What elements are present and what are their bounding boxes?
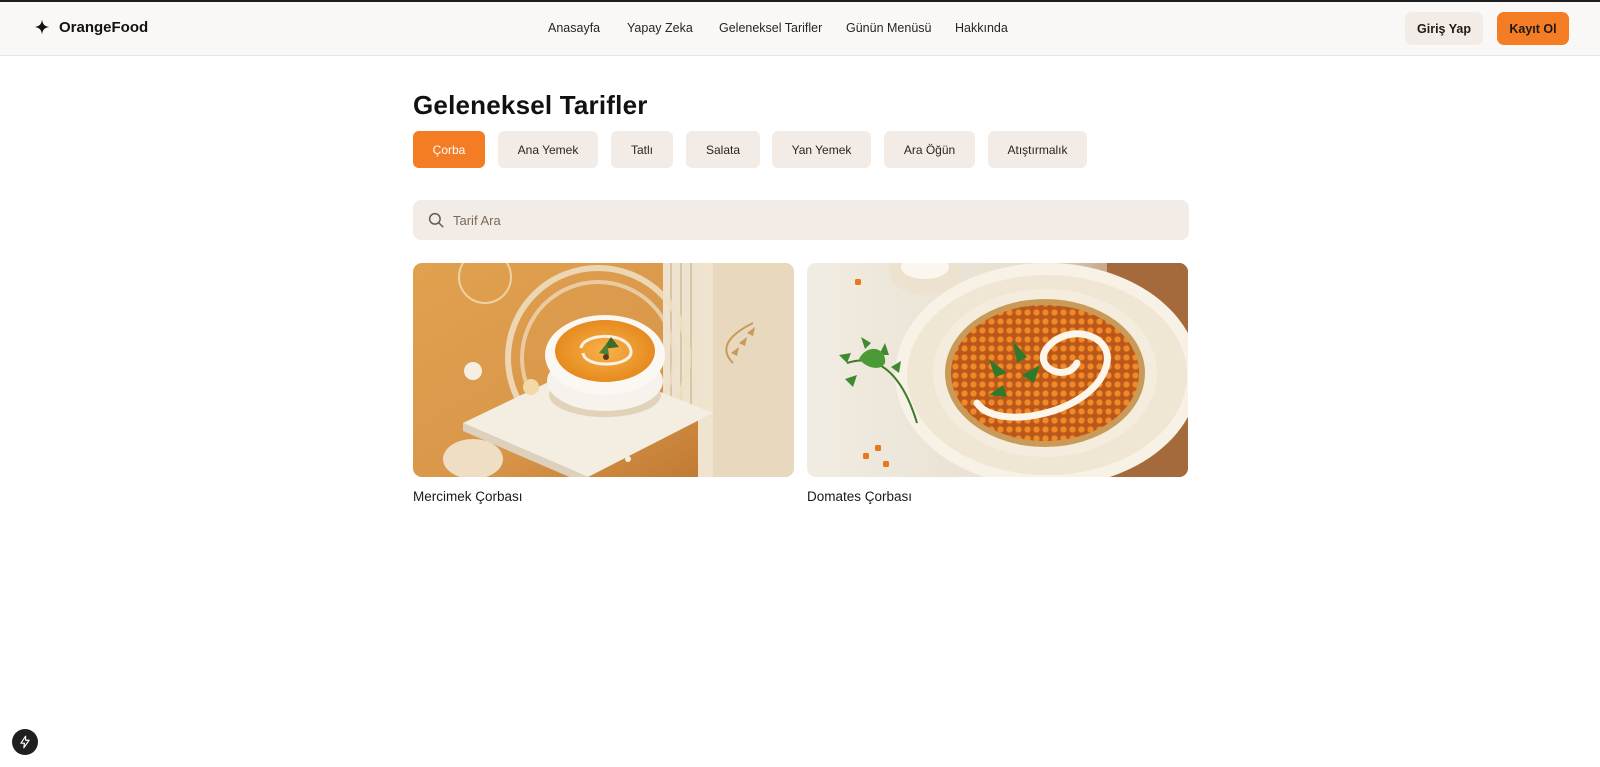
page-title: Geleneksel Tarifler (413, 90, 648, 120)
tab-soup[interactable]: Çorba (413, 131, 485, 168)
tab-main-course[interactable]: Ana Yemek (498, 131, 598, 168)
top-navigation-bar: OrangeFood Anasayfa Yapay Zeka Gelenekse… (0, 2, 1600, 56)
soup-bowl-image (413, 263, 794, 477)
recipe-title[interactable]: Mercimek Çorbası (413, 489, 794, 504)
nav-item-about[interactable]: Hakkında (955, 21, 1008, 35)
search-bar (413, 200, 1189, 240)
search-icon (428, 212, 444, 228)
tab-appetizer[interactable]: Atıştırmalık (988, 131, 1087, 168)
login-button[interactable]: Giriş Yap (1405, 12, 1483, 45)
tab-salad[interactable]: Salata (686, 131, 760, 168)
recipe-image[interactable] (413, 263, 794, 477)
recipe-card[interactable]: Domates Çorbası (807, 263, 1188, 504)
tab-dessert[interactable]: Tatlı (611, 131, 673, 168)
lightning-bolt-icon (20, 735, 30, 749)
recipe-card[interactable]: Mercimek Çorbası (413, 263, 794, 504)
tab-snack-meal[interactable]: Ara Öğün (884, 131, 975, 168)
nav-item-home[interactable]: Anasayfa (548, 21, 600, 35)
search-input[interactable] (453, 200, 1173, 240)
recipe-image[interactable] (807, 263, 1188, 477)
nav-item-daily-menu[interactable]: Günün Menüsü (846, 21, 931, 35)
recipe-title[interactable]: Domates Çorbası (807, 489, 1188, 504)
soup-bowl-image (807, 263, 1188, 477)
register-button[interactable]: Kayıt Ol (1497, 12, 1569, 45)
dev-tools-button[interactable] (12, 729, 38, 755)
tab-side-dish[interactable]: Yan Yemek (772, 131, 871, 168)
nav-item-ai[interactable]: Yapay Zeka (627, 21, 693, 35)
main-nav: Anasayfa Yapay Zeka Geleneksel Tarifler … (0, 21, 1600, 41)
nav-item-traditional-recipes[interactable]: Geleneksel Tarifler (719, 21, 822, 35)
